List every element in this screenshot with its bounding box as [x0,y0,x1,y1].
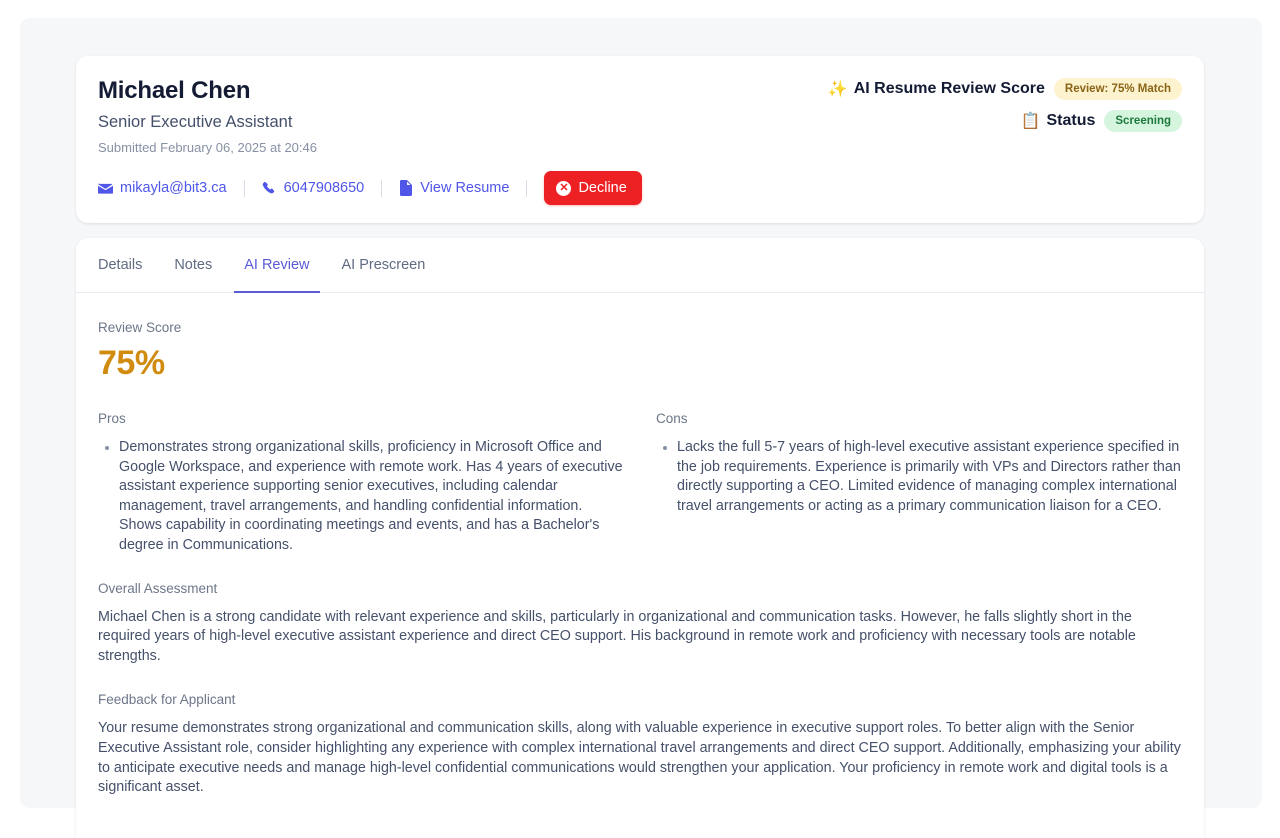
close-circle-icon: ✕ [556,180,572,196]
tab-details[interactable]: Details [82,238,158,292]
cons-list: Lacks the full 5-7 years of high-level e… [656,438,1182,516]
sparkle-icon: ✨ [827,81,848,98]
clipboard-icon: 📋 [1020,113,1041,130]
overall-assessment-block: Overall Assessment Michael Chen is a str… [98,580,1182,667]
cons-label: Cons [656,411,688,426]
review-match-badge: Review: 75% Match [1053,78,1182,100]
tab-ai-prescreen[interactable]: AI Prescreen [326,238,442,292]
phone-link[interactable]: 6047908650 [262,180,365,196]
feedback-label: Feedback for Applicant [98,691,236,707]
ai-review-content: Review Score 75% Pros Demonstrates stron… [76,293,1204,798]
overall-assessment-label: Overall Assessment [98,580,218,596]
decline-button[interactable]: ✕ Decline [544,171,642,205]
ai-score-row: ✨ AI Resume Review Score Review: 75% Mat… [828,78,1182,100]
header-score-status: ✨ AI Resume Review Score Review: 75% Mat… [828,78,1182,132]
document-icon [399,180,413,196]
list-item: Lacks the full 5-7 years of high-level e… [677,438,1182,516]
status-title: 📋 Status [1021,111,1096,131]
view-resume-text: View Resume [420,180,510,196]
phone-icon [262,181,277,196]
phone-text: 6047908650 [283,180,365,196]
review-score-value: 75% [98,344,165,382]
status-row: 📋 Status Screening [828,110,1182,132]
candidate-role: Senior Executive Assistant [98,113,293,131]
view-resume-link[interactable]: View Resume [399,180,509,196]
candidate-header-card: Michael Chen Senior Executive Assistant … [76,56,1204,223]
divider [526,179,528,197]
tab-bar: Details Notes AI Review AI Prescreen [76,238,1204,293]
candidate-identity: Michael Chen Senior Executive Assistant … [98,76,317,157]
review-score-label: Review Score [98,320,182,335]
feedback-block: Feedback for Applicant Your resume demon… [98,691,1182,798]
status-badge: Screening [1104,110,1182,132]
pros-list: Demonstrates strong organizational skill… [98,438,624,556]
submitted-timestamp: Submitted February 06, 2025 at 20:46 [98,140,317,155]
ai-score-title-text: AI Resume Review Score [853,80,1045,97]
pros-column: Pros Demonstrates strong organizational … [98,410,624,556]
pros-label: Pros [98,411,126,426]
cons-column: Cons Lacks the full 5-7 years of high-le… [656,410,1182,556]
tab-ai-review[interactable]: AI Review [228,238,325,293]
ai-review-card: Details Notes AI Review AI Prescreen Rev… [76,238,1204,838]
candidate-name: Michael Chen [98,77,251,104]
envelope-icon [98,181,113,196]
decline-label: Decline [578,180,627,196]
tab-notes[interactable]: Notes [158,238,228,292]
email-link[interactable]: mikayla@bit3.ca [98,180,227,196]
page-background: Michael Chen Senior Executive Assistant … [20,18,1262,838]
overall-assessment-text: Michael Chen is a strong candidate with … [98,608,1136,665]
feedback-text: Your resume demonstrates strong organiza… [98,719,1181,796]
list-item: Demonstrates strong organizational skill… [119,438,624,556]
contact-actions-row: mikayla@bit3.ca 6047908650 View Resume ✕… [98,171,642,205]
ai-score-title: ✨ AI Resume Review Score [828,79,1045,99]
pros-cons-grid: Pros Demonstrates strong organizational … [98,410,1182,556]
divider [243,179,245,197]
divider [381,179,383,197]
status-title-text: Status [1046,112,1096,129]
email-text: mikayla@bit3.ca [120,180,227,196]
